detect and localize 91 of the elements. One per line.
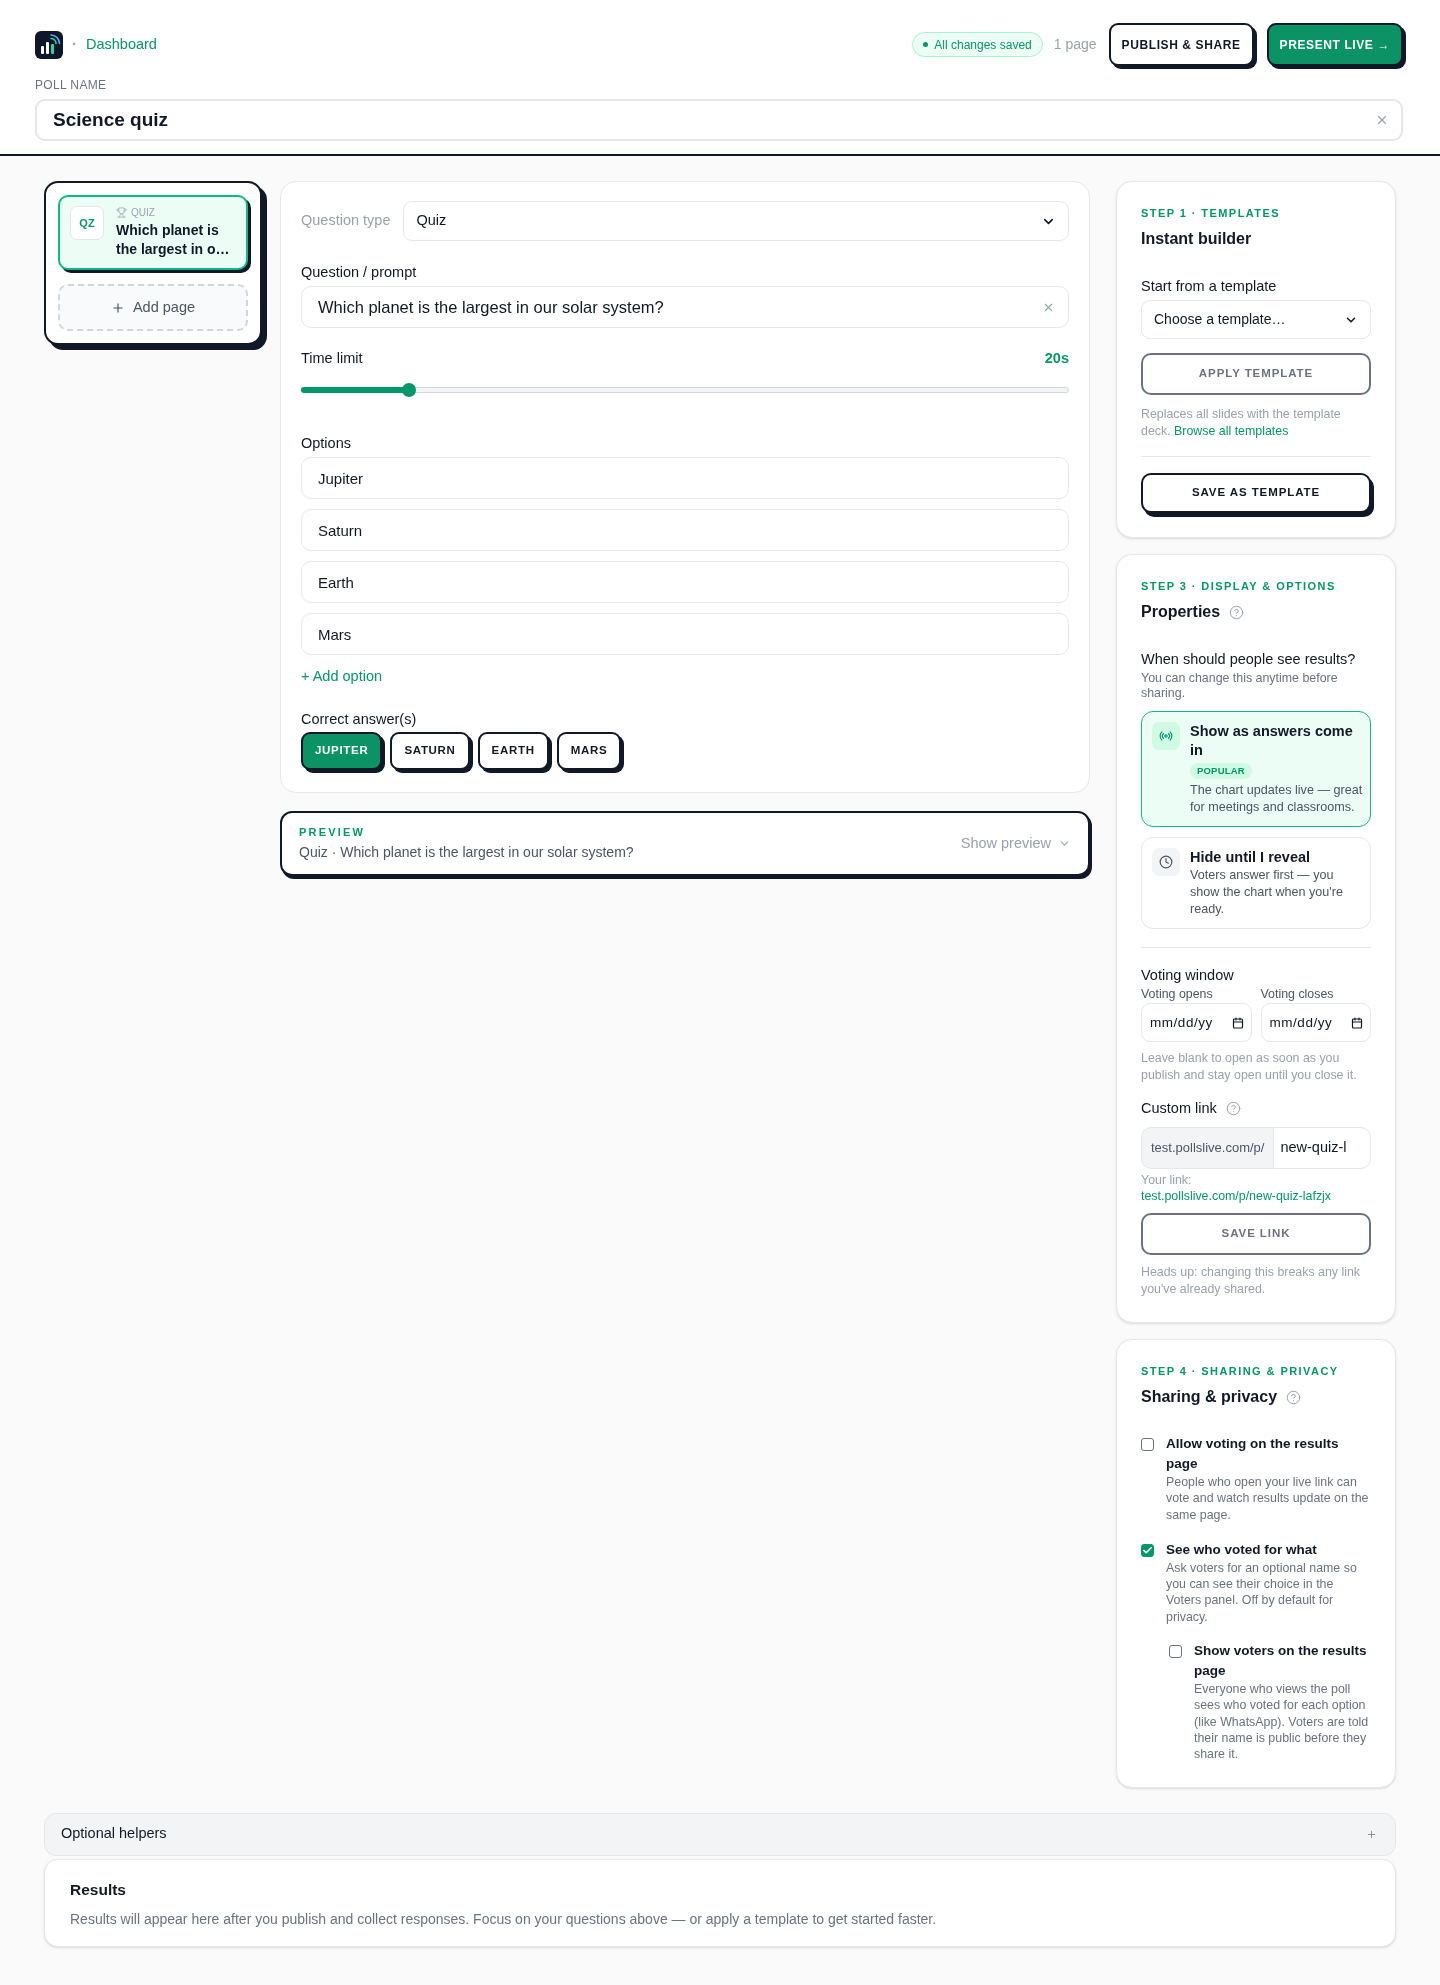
time-limit-value: 20s	[1044, 349, 1069, 368]
mode-description: The chart updates live — great for meetings and classrooms.	[1190, 782, 1364, 816]
option-field[interactable]: Jupiter	[301, 457, 1069, 499]
option-field[interactable]: Saturn	[301, 509, 1069, 551]
mode-description: Voters answer first — you show the chart when you're ready.	[1190, 867, 1344, 918]
question-type-select[interactable]: Quiz	[403, 201, 1069, 241]
time-limit-label: Time limit	[301, 349, 363, 368]
answer-chip[interactable]: EARTH	[477, 732, 549, 770]
template-select[interactable]: Choose a template…	[1141, 300, 1371, 339]
breadcrumb-separator: ·	[72, 34, 77, 55]
template-note: Replaces all slides with the template deck. Browse all templates	[1141, 406, 1342, 440]
dashboard-link[interactable]: Dashboard	[86, 33, 157, 56]
help-icon[interactable]	[1225, 1101, 1241, 1116]
help-icon[interactable]	[1229, 604, 1245, 620]
add-page-button[interactable]: Add page	[58, 284, 248, 331]
help-icon[interactable]	[1286, 1389, 1302, 1405]
mode-title: Show as answers come in	[1190, 722, 1354, 760]
clock-icon	[1152, 848, 1180, 876]
checkbox[interactable]	[1141, 1543, 1154, 1557]
slider-thumb[interactable]	[401, 383, 416, 397]
date-label: Voting opens	[1141, 987, 1213, 1002]
display-mode-option[interactable]: Show as answers come in POPULAR The chart updates live — great for meetings and classrooms.	[1141, 711, 1371, 827]
date-field[interactable]: mm/dd/yy	[1260, 1003, 1371, 1042]
step-label: STEP 3 · DISPLAY & OPTIONS	[1141, 579, 1336, 593]
question-type-label: Question type	[301, 211, 391, 231]
save-status-text: All changes saved	[934, 36, 1032, 54]
link-prefix: test.pollslive.com/p/	[1141, 1127, 1274, 1169]
results-text: Results will appear here after you publish and collect responses. Focus on your questions above — or apply a template to get started faster.	[70, 1909, 938, 1929]
answer-chip[interactable]: JUPITER	[301, 732, 383, 770]
answer-chip[interactable]: SATURN	[390, 732, 470, 770]
clear-icon[interactable]	[1375, 113, 1389, 127]
prompt-field[interactable]: Which planet is the largest in our solar system?	[301, 286, 1069, 328]
your-link-text: Your link: test.pollslive.com/p/new-quiz-lafzjx	[1141, 1172, 1333, 1204]
voting-window-note: Leave blank to open as soon as you publish and stay open until you close it.	[1141, 1050, 1358, 1084]
publish-button[interactable]: PUBLISH & SHARE	[1108, 23, 1254, 66]
page-title: Which planet is the largest in o…	[116, 221, 231, 259]
check-icon	[1142, 1544, 1153, 1556]
time-limit-slider[interactable]	[301, 383, 1069, 397]
results-title: Results	[70, 1879, 126, 1900]
chart-logo-icon[interactable]	[35, 30, 63, 59]
broadcast-icon	[1152, 722, 1180, 750]
page-badge: QZ	[70, 206, 104, 240]
add-option-link[interactable]: + Add option	[301, 666, 383, 686]
poll-name-field[interactable]: Science quiz	[35, 99, 1403, 141]
step-label: STEP 1 · TEMPLATES	[1141, 206, 1281, 220]
date-label: Voting closes	[1260, 987, 1334, 1002]
custom-link-field[interactable]: new-quiz-l	[1273, 1127, 1371, 1169]
card-title: Instant builder	[1141, 229, 1252, 249]
display-mode-option[interactable]: Hide until I reveal Voters answer first — you show the chart when you're ready.	[1141, 837, 1371, 929]
template-select-label: Start from a template	[1141, 277, 1277, 296]
option-description: Ask voters for an optional name so you can see their choice in the Voters panel. Off by default for privacy.	[1166, 1559, 1358, 1626]
prompt-label: Question / prompt	[301, 263, 417, 282]
page-count: 1 page	[1053, 35, 1097, 54]
custom-link-warning: Heads up: changing this breaks any link you've already shared.	[1141, 1264, 1362, 1298]
calendar-icon[interactable]	[1231, 1016, 1244, 1029]
optional-helpers-bar[interactable]: Optional helpers	[44, 1812, 1396, 1856]
step-label: STEP 4 · SHARING & PRIVACY	[1141, 1364, 1339, 1378]
your-link[interactable]: test.pollslive.com/p/new-quiz-lafzjx	[1141, 1189, 1332, 1203]
correct-answers-label: Correct answer(s)	[301, 710, 417, 729]
poll-name-label: POLL NAME	[35, 78, 107, 92]
trophy-icon	[116, 207, 127, 218]
answer-chip[interactable]: MARS	[556, 732, 622, 770]
voting-window-title: Voting window	[1141, 966, 1234, 985]
popular-badge: POPULAR	[1190, 763, 1252, 779]
preview-label: PREVIEW	[299, 825, 366, 839]
card-title: Sharing & privacy	[1141, 1387, 1278, 1407]
checkbox[interactable]	[1169, 1645, 1182, 1659]
calendar-icon[interactable]	[1351, 1016, 1363, 1029]
option-title: Show voters on the results page	[1194, 1642, 1368, 1681]
present-live-button[interactable]: PRESENT LIVE →	[1266, 23, 1403, 66]
plus-icon	[1366, 1828, 1377, 1840]
option-title: See who voted for what	[1166, 1540, 1318, 1559]
results-timing-question: When should people see results?	[1141, 650, 1357, 669]
date-field[interactable]: mm/dd/yy	[1141, 1003, 1252, 1042]
option-field[interactable]: Mars	[301, 613, 1069, 655]
option-description: Everyone who views the poll sees who voted for each option (like WhatsApp). Voters are told their name is public before they share it.	[1194, 1681, 1370, 1763]
checkbox[interactable]	[1141, 1438, 1154, 1451]
option-description: People who open your live link can vote and watch results update on the same page.	[1166, 1474, 1370, 1523]
option-title: Allow voting on the results page	[1166, 1435, 1340, 1473]
plus-icon	[110, 300, 125, 315]
results-timing-hint: You can change this anytime before sharing.	[1141, 671, 1339, 701]
page-card[interactable]: QZ QUIZ Which planet is the largest in o…	[58, 195, 248, 270]
card-title: Properties	[1141, 602, 1221, 622]
page-type-label: QUIZ	[131, 206, 155, 219]
browse-templates-link[interactable]: Browse all templates	[1174, 424, 1289, 438]
options-label: Options	[301, 434, 351, 453]
preview-card[interactable]: PREVIEW Quiz · Which planet is the largest in our solar system? Show preview	[280, 811, 1090, 876]
option-field[interactable]: Earth	[301, 561, 1069, 603]
mode-title: Hide until I reveal	[1190, 848, 1312, 867]
preview-summary: Quiz · Which planet is the largest in our solar system?	[299, 843, 634, 862]
custom-link-title: Custom link	[1141, 1099, 1217, 1118]
